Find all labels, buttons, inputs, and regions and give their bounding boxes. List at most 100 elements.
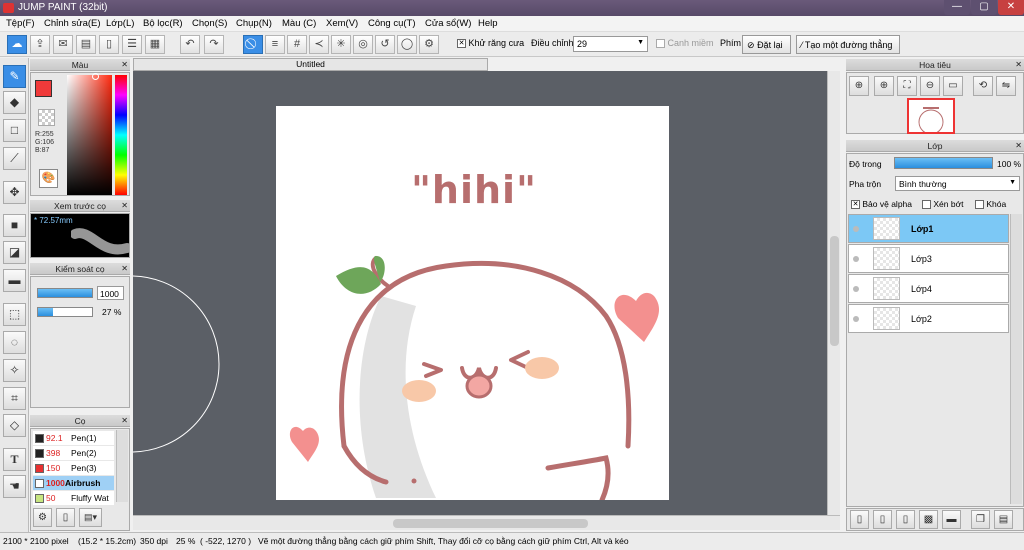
new-layer-1bit-icon[interactable]: ▯ [896,510,915,529]
vertical-scrollbar[interactable] [827,71,840,515]
settings-icon[interactable]: ⚙ [419,35,439,54]
parallel-lines-icon[interactable]: ≡ [265,35,285,54]
menu-capture[interactable]: Chụp(N) [236,18,272,29]
navigator-thumbnail[interactable] [907,98,955,135]
perspective-icon[interactable]: ≺ [309,35,329,54]
maximize-button[interactable]: ▢ [971,0,997,15]
brush-opacity-slider[interactable] [37,307,93,317]
rotate-icon[interactable]: ⟲ [973,76,993,96]
lasso-tool-icon[interactable]: ◌ [3,331,26,354]
foreground-swatch[interactable] [35,80,52,97]
visibility-icon[interactable] [853,316,859,322]
text-tool-icon[interactable]: T [3,448,26,471]
visibility-icon[interactable] [853,286,859,292]
close-icon[interactable]: ✕ [121,200,128,212]
brush-item[interactable]: 398 Pen(2) [33,446,114,460]
undo-icon[interactable]: ↶ [180,35,200,54]
curve-icon[interactable]: ↺ [375,35,395,54]
close-icon[interactable]: ✕ [1015,140,1022,152]
antialias-checkbox[interactable]: ✕ [457,39,466,49]
zoom-plus-icon[interactable]: ⊕ [874,76,894,96]
select-pen-tool-icon[interactable]: ⌗ [3,387,26,410]
grid-tools-icon[interactable]: ▦ [145,35,165,54]
magic-wand-tool-icon[interactable]: ✧ [3,359,26,382]
palette-icon[interactable]: 🎨 [39,169,58,188]
menu-filter[interactable]: Bộ lọc(R) [143,18,183,29]
brush-item[interactable]: 50 Fluffy Wat [33,491,114,505]
cloud-icon[interactable]: ☁ [7,35,27,54]
new-brush-icon[interactable]: ▯ [56,508,75,527]
edge-checkbox[interactable] [656,39,665,49]
chat-icon[interactable]: ▤ [76,35,96,54]
zoom-in-icon[interactable]: ⊕ [849,76,869,96]
grid-icon[interactable]: # [287,35,307,54]
picker-cursor[interactable] [92,73,99,80]
document-tab[interactable]: Untitled [133,58,488,71]
menu-color[interactable]: Màu (C) [282,18,316,29]
horizontal-scrollbar[interactable] [133,515,840,530]
menu-select[interactable]: Chọn(S) [192,18,227,29]
duplicate-icon[interactable]: ❐ [971,510,990,529]
layer-row[interactable]: Lớp4 [848,274,1009,303]
move-tool-icon[interactable]: ✥ [3,181,26,204]
reset-button[interactable]: ⊘ Đặt lại [742,35,791,54]
new-layer-icon[interactable]: ▯ [850,510,869,529]
comment-icon[interactable]: ✉ [53,35,73,54]
rectangle-tool-icon[interactable]: □ [3,119,26,142]
minimize-button[interactable]: — [944,0,970,15]
zoom-out-icon[interactable]: ⊖ [920,76,940,96]
brush-size-slider[interactable] [37,288,93,298]
brush-size-input[interactable]: 1000 [97,286,124,300]
brush-tool-icon[interactable]: ✎ [3,65,26,88]
straight-line-button[interactable]: ⁄ Tạo một đường thẳng [796,35,900,54]
select-rect-tool-icon[interactable]: ⬚ [3,303,26,326]
layer-row[interactable]: Lớp2 [848,304,1009,333]
list-icon[interactable]: ☰ [122,35,142,54]
eraser-tool-icon[interactable]: ◆ [3,91,26,114]
menu-window[interactable]: Cửa sổ(W) [425,18,471,29]
lock-checkbox[interactable] [975,200,984,210]
brush-item[interactable]: 150 Pen(3) [33,461,114,475]
vertical-scroll-thumb[interactable] [830,236,839,346]
canvas-area[interactable]: "hihi" [133,71,827,515]
tone-layer-icon[interactable]: ▩ [919,510,938,529]
adjust-dropdown[interactable]: 29 ▼ [573,36,648,52]
concentric-icon[interactable]: ◎ [353,35,373,54]
layer-row[interactable]: Lớp3 [848,244,1009,273]
line-tool-icon[interactable]: ⟋ [3,147,26,170]
menu-file[interactable]: Tệp(F) [6,18,35,29]
menu-layer[interactable]: Lớp(L) [106,18,134,29]
document-canvas[interactable]: "hihi" [276,106,669,500]
layer-list-scrollbar[interactable] [1010,214,1022,504]
page-icon[interactable]: ▯ [99,35,119,54]
brush-item[interactable]: 1000 Airbrush [33,476,114,490]
radial-icon[interactable]: ✳ [331,35,351,54]
blend-mode-dropdown[interactable]: Bình thường ▼ [895,176,1020,191]
protect-alpha-checkbox[interactable]: ✕ [851,200,860,210]
layer-opacity-slider[interactable] [894,157,993,169]
menu-view[interactable]: Xem(V) [326,18,358,29]
transparent-swatch[interactable] [38,109,55,126]
close-icon[interactable]: ✕ [121,59,128,71]
actual-size-icon[interactable]: ▭ [943,76,963,96]
visibility-icon[interactable] [853,226,859,232]
clip-checkbox[interactable] [922,200,931,210]
close-icon[interactable]: ✕ [1015,59,1022,71]
folder-icon[interactable]: ▬ [942,510,961,529]
no-snap-icon[interactable]: ⃠ [243,35,263,54]
menu-tools[interactable]: Công cụ(T) [368,18,416,29]
new-layer-8bit-icon[interactable]: ▯ [873,510,892,529]
horizontal-scroll-thumb[interactable] [393,519,588,528]
export-icon[interactable]: ⇪ [30,35,50,54]
brush-menu-icon[interactable]: ▤▾ [79,508,102,527]
menu-help[interactable]: Help [478,18,498,29]
close-button[interactable]: ✕ [998,0,1024,15]
redo-icon[interactable]: ↷ [204,35,224,54]
gradient-tool-icon[interactable]: ▬ [3,269,26,292]
delete-layer-icon[interactable]: ▤ [994,510,1013,529]
visibility-icon[interactable] [853,256,859,262]
hand-tool-icon[interactable]: ☚ [3,475,26,498]
hue-slider[interactable] [115,75,127,195]
flip-icon[interactable]: ⇋ [996,76,1016,96]
brush-item[interactable]: 92.1 Pen(1) [33,431,114,445]
